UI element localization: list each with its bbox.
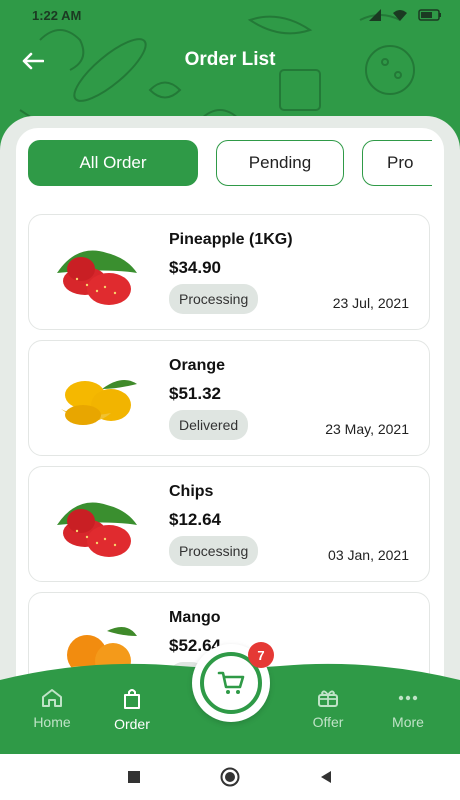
mango-image [61, 380, 137, 425]
product-price: $34.90 [169, 258, 221, 277]
back-triangle-icon[interactable] [319, 770, 333, 784]
order-list: Pineapple (1KG) $34.90 Processing 23 Jul… [28, 214, 430, 718]
status-bar: 1:22 AM [0, 0, 460, 30]
order-date: 23 Jul, 2021 [332, 295, 409, 311]
product-price: $12.64 [169, 510, 221, 529]
nav-offer[interactable]: Offer [288, 688, 368, 730]
strawberry-image [57, 502, 137, 557]
product-name: Mango [169, 609, 221, 626]
cart-icon [217, 671, 245, 694]
wifi-icon [393, 10, 407, 21]
status-icons [368, 8, 442, 22]
product-name: Pineapple (1KG) [169, 231, 293, 248]
order-card[interactable]: Orange $51.32 Delivered 23 May, 2021 [28, 340, 430, 456]
back-arrow-icon [22, 52, 44, 70]
bag-icon [124, 689, 140, 709]
strawberry-image [57, 250, 137, 305]
order-date: 03 Jan, 2021 [328, 547, 409, 563]
order-date: 23 May, 2021 [325, 421, 409, 437]
cart-count-badge: 7 [248, 642, 274, 668]
page-title: Order List [184, 49, 276, 70]
order-card[interactable]: Chips $12.64 Processing 03 Jan, 2021 [28, 466, 430, 582]
status-badge: Processing [169, 536, 259, 566]
back-button[interactable] [18, 46, 48, 76]
home-circle-icon[interactable] [219, 766, 241, 788]
tab-processing[interactable]: Pro [362, 140, 432, 186]
app-bar: Order List [0, 40, 460, 80]
filter-tabs: All Order Pending Pro [28, 140, 432, 190]
tab-pending[interactable]: Pending [216, 140, 344, 186]
order-card[interactable]: Pineapple (1KG) $34.90 Processing 23 Jul… [28, 214, 430, 330]
product-price: $51.32 [169, 384, 221, 403]
home-icon [42, 689, 62, 707]
status-time: 1:22 AM [32, 7, 82, 23]
product-name: Orange [169, 357, 226, 374]
battery-icon [418, 9, 441, 21]
recents-square-icon[interactable] [127, 770, 141, 784]
nav-home[interactable]: Home [12, 688, 92, 730]
tab-all-order[interactable]: All Order [28, 140, 198, 186]
product-name: Chips [169, 483, 214, 500]
nav-order[interactable]: Order [92, 688, 172, 732]
signal-icon [369, 9, 381, 21]
orders-container: All Order Pending Pro Pineapple (1KG) $3… [16, 128, 444, 728]
system-nav-bar [0, 754, 460, 800]
status-badge: Processing [169, 284, 259, 314]
status-badge: Delivered [169, 410, 249, 440]
nav-more[interactable]: More [368, 688, 448, 730]
more-dots-icon [398, 695, 418, 701]
gift-icon [318, 690, 338, 707]
